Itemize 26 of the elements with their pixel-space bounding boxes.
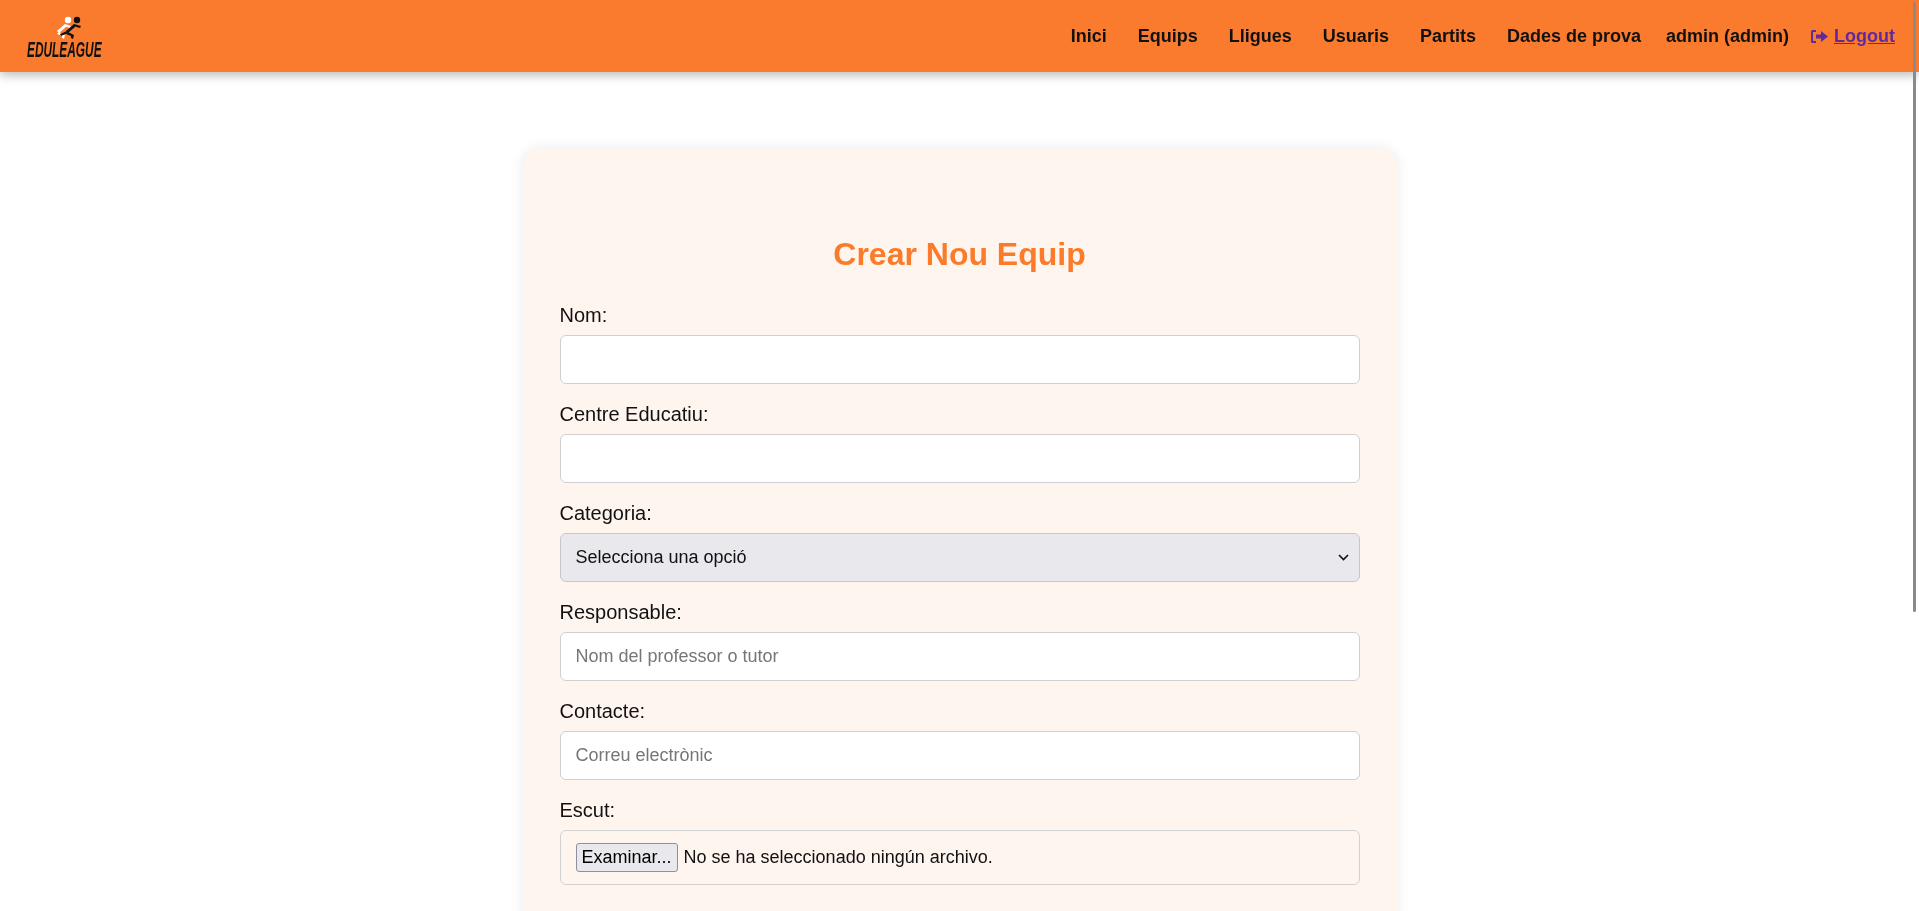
file-status-text: No se ha seleccionado ningún archivo. xyxy=(683,847,993,868)
field-label: Escut: xyxy=(559,799,616,822)
form-title: Crear Nou Equip xyxy=(833,236,1086,273)
nav-link[interactable]: Equips xyxy=(1137,25,1198,47)
input-field[interactable]: Correu electrònic xyxy=(559,731,1360,780)
user-label: admin (admin) xyxy=(1666,25,1789,47)
logout-icon xyxy=(1810,28,1829,44)
nav-link[interactable]: Inici xyxy=(1070,25,1107,47)
field-label: Categoria: xyxy=(559,502,652,525)
field-label: Responsable: xyxy=(559,601,682,624)
input-field[interactable] xyxy=(559,335,1360,384)
chevron-down-icon xyxy=(1337,554,1349,561)
file-input-field[interactable]: Examinar... No se ha seleccionado ningún archivo. xyxy=(559,830,1360,885)
nav-link[interactable]: Lligues xyxy=(1228,25,1292,47)
field-label: Centre Educatiu: xyxy=(559,403,709,426)
input-field[interactable] xyxy=(559,434,1360,483)
nav-link[interactable]: Partits xyxy=(1419,25,1476,47)
field-label: Contacte: xyxy=(559,700,646,723)
dropdown-select[interactable]: Selecciona una opció xyxy=(559,533,1360,582)
logo-text: EDULEAGUE xyxy=(27,41,102,59)
scrollbar-thumb[interactable] xyxy=(1913,2,1916,612)
field-label: Nom: xyxy=(559,304,608,327)
input-field[interactable]: Nom del professor o tutor xyxy=(559,632,1360,681)
browse-button[interactable]: Examinar... xyxy=(575,843,678,872)
nav-link[interactable]: Usuaris xyxy=(1322,25,1389,47)
nav-link[interactable]: Dades de prova xyxy=(1506,25,1641,47)
